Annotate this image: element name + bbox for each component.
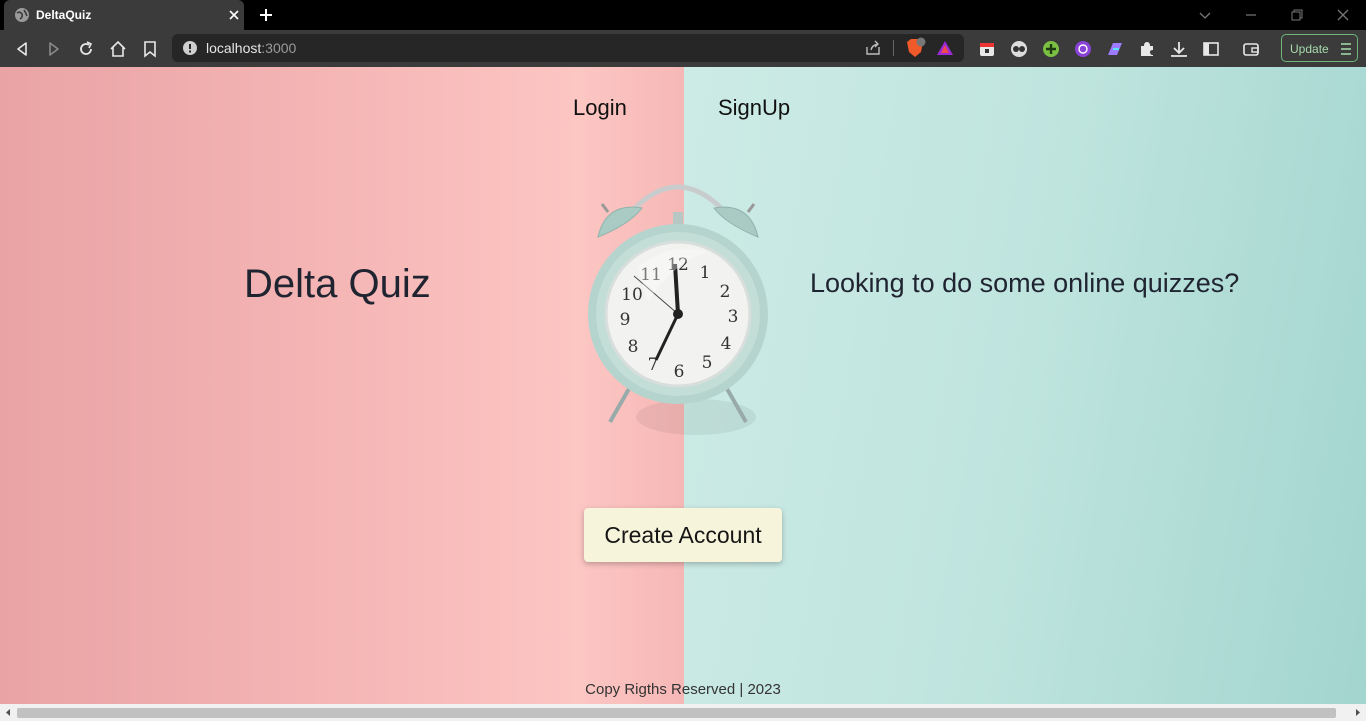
- clock-numeral: 2: [720, 282, 731, 302]
- purple-extension-icon[interactable]: [1073, 39, 1093, 59]
- page-viewport: Login SignUp Delta Quiz 12 1 2 3 4 5 6 7…: [0, 67, 1366, 704]
- info-icon[interactable]: [182, 40, 198, 56]
- clock-numeral: 4: [721, 334, 732, 354]
- calendar-extension-icon[interactable]: [977, 39, 997, 59]
- brave-rewards-icon[interactable]: [936, 39, 954, 57]
- close-icon[interactable]: [226, 7, 242, 23]
- scrollbar-thumb[interactable]: [17, 708, 1336, 718]
- clock-numeral: 5: [702, 353, 713, 373]
- browser-tab[interactable]: DeltaQuiz: [4, 0, 244, 30]
- tab-title: DeltaQuiz: [36, 8, 92, 22]
- sidebar-icon[interactable]: [1201, 39, 1221, 59]
- globe-icon: [15, 8, 29, 22]
- tagline: Looking to do some online quizzes?: [810, 268, 1240, 298]
- plus-icon[interactable]: [256, 5, 276, 25]
- browser-toolbar: localhost:3000 Update: [0, 30, 1366, 67]
- clock-numeral: 9: [620, 310, 631, 330]
- divider: [893, 40, 894, 56]
- nav-signup-link[interactable]: SignUp: [718, 95, 790, 121]
- title-bar: DeltaQuiz: [0, 0, 1366, 30]
- url-text[interactable]: localhost:3000: [206, 40, 296, 56]
- scroll-right-icon[interactable]: [1353, 708, 1362, 717]
- chevron-down-icon[interactable]: [1195, 5, 1215, 25]
- restore-icon[interactable]: [1287, 5, 1307, 25]
- clock-numeral: 10: [621, 285, 643, 305]
- alarm-clock-image: 12 1 2 3 4 5 6 7 8 9 10 11: [588, 184, 768, 435]
- share-icon[interactable]: [864, 39, 882, 57]
- clock-numeral: 8: [628, 337, 639, 357]
- footer-copyright: Copy Rigths Reserved | 2023: [585, 681, 781, 698]
- wallet-icon[interactable]: [1241, 39, 1261, 59]
- clock-numeral: 3: [728, 307, 739, 327]
- glasses-extension-icon[interactable]: [1009, 39, 1029, 59]
- download-icon[interactable]: [1169, 39, 1189, 59]
- bookmark-icon[interactable]: [140, 39, 160, 59]
- site-title: Delta Quiz: [244, 262, 431, 306]
- minimize-icon[interactable]: [1241, 5, 1261, 25]
- back-icon[interactable]: [12, 39, 32, 59]
- address-bar[interactable]: localhost:3000: [172, 34, 964, 62]
- horizontal-scrollbar[interactable]: [0, 704, 1366, 721]
- forward-icon[interactable]: [44, 39, 64, 59]
- gradient-extension-icon[interactable]: [1105, 39, 1125, 59]
- clock-numeral: 1: [700, 263, 711, 283]
- brave-shield-icon[interactable]: [904, 37, 926, 59]
- scroll-left-icon[interactable]: [4, 708, 13, 717]
- create-account-button[interactable]: Create Account: [584, 508, 782, 562]
- reload-icon[interactable]: [76, 39, 96, 59]
- nav-login-link[interactable]: Login: [573, 95, 627, 121]
- clock-numeral: 6: [674, 362, 685, 382]
- update-button[interactable]: Update: [1281, 34, 1358, 62]
- home-icon[interactable]: [108, 39, 128, 59]
- green-plus-extension-icon[interactable]: [1041, 39, 1061, 59]
- close-window-icon[interactable]: [1333, 5, 1353, 25]
- teal-background: [684, 67, 1366, 704]
- puzzle-icon[interactable]: [1137, 39, 1157, 59]
- menu-icon: [1341, 43, 1351, 55]
